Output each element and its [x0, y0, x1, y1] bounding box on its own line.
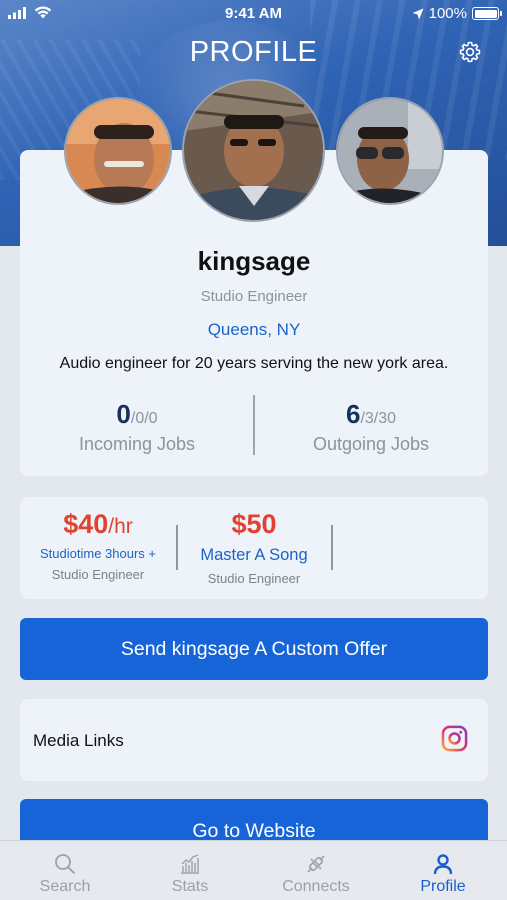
tab-stats[interactable]: Stats [127, 841, 253, 900]
tab-profile[interactable]: Profile [380, 841, 506, 900]
service-price: $50 [231, 509, 277, 539]
gear-icon[interactable] [458, 40, 482, 64]
avatar[interactable] [336, 97, 444, 205]
outgoing-jobs-stat[interactable]: 6/3/30 Outgoing Jobs [261, 399, 481, 455]
plug-connect-icon [307, 855, 325, 873]
profile-bio: Audio engineer for 20 years serving the … [59, 355, 449, 372]
tab-bar: Search Stats Connects Profile [0, 840, 507, 900]
tab-connects[interactable]: Connects [253, 841, 379, 900]
outgoing-jobs-label: Outgoing Jobs [312, 434, 430, 454]
location-arrow-icon [412, 8, 424, 19]
avatar-photo [338, 99, 442, 203]
avatar[interactable] [64, 97, 172, 205]
service-item[interactable]: $40/hr Studiotime 3hours + Studio Engine… [28, 509, 168, 582]
divider [176, 525, 178, 570]
avatar-photo [66, 99, 170, 203]
battery-icon [472, 7, 502, 20]
page-title: PROFILE [189, 36, 318, 68]
person-icon [433, 854, 453, 875]
outgoing-jobs-detail: /3/30 [360, 410, 397, 427]
tab-stats-label: Stats [171, 878, 209, 895]
outgoing-jobs-count: 6 [345, 399, 361, 429]
divider [331, 525, 333, 570]
tab-search[interactable]: Search [2, 841, 128, 900]
service-type: Studio Engineer [207, 571, 301, 586]
profile-location[interactable]: Queens, NY [20, 320, 488, 340]
service-name: Master A Song [200, 546, 308, 564]
tab-search-label: Search [39, 878, 91, 895]
incoming-jobs-detail: /0/0 [130, 410, 158, 427]
profile-username: kingsage [197, 246, 311, 276]
service-item[interactable]: $50 Master A Song Studio Engineer [186, 509, 322, 586]
service-price-unit: /hr [108, 515, 133, 538]
service-type: Studio Engineer [51, 567, 145, 582]
custom-offer-button[interactable]: Send kingsage A Custom Offer [20, 618, 488, 680]
tab-connects-label: Connects [282, 878, 350, 895]
tab-profile-label: Profile [420, 878, 466, 895]
incoming-jobs-stat[interactable]: 0/0/0 Incoming Jobs [27, 399, 247, 455]
search-icon [55, 854, 76, 875]
divider [253, 395, 255, 455]
service-name: Studiotime 3hours + [40, 546, 156, 561]
media-links-label: Media Links [33, 731, 124, 750]
avatar[interactable] [182, 79, 325, 222]
stats-icon [181, 854, 199, 874]
avatar-photo [184, 81, 323, 220]
battery-percent: 100% [428, 5, 467, 22]
profile-role: Studio Engineer [200, 288, 308, 305]
incoming-jobs-label: Incoming Jobs [78, 434, 196, 454]
instagram-icon[interactable] [441, 725, 468, 752]
status-bar: 9:41 AM 100% [0, 0, 507, 28]
incoming-jobs-count: 0 [116, 399, 131, 429]
service-price: $40 [63, 509, 109, 539]
